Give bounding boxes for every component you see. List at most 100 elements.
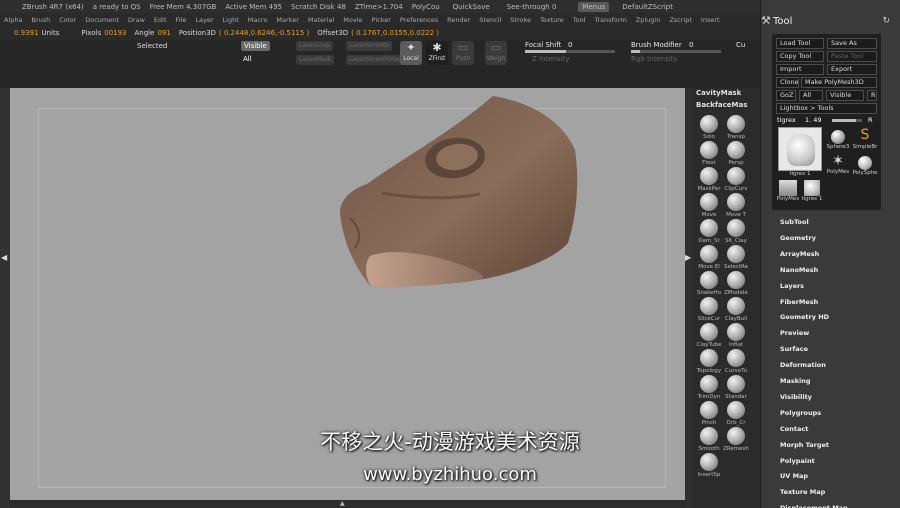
menu-movie[interactable]: Movie [343,16,362,24]
brush-maskper[interactable]: MaskPer [695,167,723,192]
brush-persp[interactable]: Persp [722,141,750,166]
menu-macro[interactable]: Macro [248,16,268,24]
subpalette-surface[interactable]: Surface [780,345,890,353]
bottom-tray[interactable]: ▲ [10,500,685,508]
brush-claytube[interactable]: ClayTube [695,323,723,348]
menu-tool[interactable]: Tool [573,16,586,24]
rgb-intensity-label[interactable]: Rgb Intensity [631,55,677,63]
tool-thumb-simplebrush[interactable]: S SimpleBr [852,127,878,150]
current-tool-slider[interactable] [832,119,862,122]
brush-move-el[interactable]: Move El [695,245,723,270]
brush-topology[interactable]: Topology [695,349,723,374]
subpalette-preview[interactable]: Preview [780,329,890,337]
subpalette-layers[interactable]: Layers [780,282,890,290]
menus-button[interactable]: Menus [578,1,610,12]
brush-selectre[interactable]: SelectRe [722,245,750,270]
refresh-icon[interactable]: ↻ [882,16,890,26]
subpalette-displacement-map[interactable]: Displacement Map [780,504,890,508]
default-script-button[interactable]: DefaultZScript [618,2,677,12]
visible-button[interactable]: Visible [241,41,270,51]
menu-texture[interactable]: Texture [540,16,564,24]
subpalette-texture-map[interactable]: Texture Map [780,488,890,496]
subpalette-masking[interactable]: Masking [780,377,890,385]
menu-alpha[interactable]: Alpha [4,16,22,24]
lasso-mask-button[interactable]: LassoMask [296,55,335,65]
goz-all-button[interactable]: All [799,90,823,101]
tool-thumb-polymesh-star[interactable]: ✶ PolyMes [826,154,850,176]
menu-preferences[interactable]: Preferences [400,16,438,24]
brush-orb-cr[interactable]: Orb_Cr [722,401,750,426]
subpalette-geometry[interactable]: Geometry [780,234,890,242]
cavity-mask-label[interactable]: CavityMask [696,89,741,97]
brush-zmodele[interactable]: ZModele [722,271,750,296]
menu-transform[interactable]: Transform [594,16,626,24]
subpalette-fibermesh[interactable]: FiberMesh [780,298,890,306]
tool-thumb-sphere3d[interactable]: Sphere3 [826,130,850,150]
lasso-loop-button[interactable]: LassoLoop [296,41,334,51]
lasso-smooth-mask-button[interactable]: LassoSmoothMask [346,55,408,65]
brush-sk-clay[interactable]: SK_Clay [722,219,750,244]
import-button[interactable]: Import [776,64,824,75]
goz-r-button[interactable]: R [867,90,877,101]
tool-palette-title[interactable]: Tool [773,16,792,27]
subpalette-subtool[interactable]: SubTool [780,218,890,226]
menu-stroke[interactable]: Stroke [510,16,531,24]
backface-mask-label[interactable]: BackfaceMas [696,101,747,109]
lasso-smooth-button[interactable]: LassoSmooth [346,41,393,51]
menu-insert[interactable]: Insert [701,16,720,24]
goz-button[interactable]: GoZ [776,90,796,101]
menu-render[interactable]: Render [447,16,470,24]
menu-light[interactable]: Light [223,16,239,24]
subpalette-polygroups[interactable]: Polygroups [780,409,890,417]
brush-transp[interactable]: Transp [722,115,750,140]
menu-color[interactable]: Color [59,16,76,24]
z-intensity-label[interactable]: Z Intensity [532,55,570,63]
brush-floor[interactable]: Floor [695,141,723,166]
menu-brush[interactable]: Brush [31,16,50,24]
menu-file[interactable]: File [176,16,187,24]
brush-move[interactable]: Move [695,193,723,218]
brush-standar[interactable]: Standar [722,375,750,400]
menu-picker[interactable]: Picker [372,16,391,24]
menu-edit[interactable]: Edit [154,16,167,24]
goz-visible-button[interactable]: Visible [826,90,864,101]
make-polymesh-button[interactable]: Make PolyMesh3D [801,77,877,88]
brush-clipcurv[interactable]: ClipCurv [722,167,750,192]
zfirst-button[interactable]: ✱ ZFirst [426,41,448,65]
weigh-button[interactable]: ▭ Weigh [485,41,507,65]
brush-inflat[interactable]: Inflat [722,323,750,348]
brush-trimdyn[interactable]: TrimDyn [695,375,723,400]
brush-pinch[interactable]: Pinch [695,401,723,426]
menu-draw[interactable]: Draw [128,16,145,24]
brush-dam-st[interactable]: Dam_St [695,219,723,244]
tool-thumb-polymesh[interactable]: PolyMes [776,180,800,202]
brush-solo[interactable]: Solo [695,115,723,140]
menu-zscript[interactable]: Zscript [669,16,692,24]
brush-curvetu[interactable]: CurveTu [722,349,750,374]
brush-claybuil[interactable]: ClayBuil [722,297,750,322]
lightbox-tools-button[interactable]: Lightbox > Tools [776,103,877,114]
load-tool-button[interactable]: Load Tool [776,38,824,49]
menu-stencil[interactable]: Stencil [479,16,501,24]
tool-thumb-tigrex[interactable]: tigrex 1 [777,127,823,177]
brush-modifier-slider[interactable] [631,50,721,53]
quicksave-button[interactable]: QuickSave [449,2,494,12]
local-button[interactable]: ✦ Local [400,41,422,65]
menu-document[interactable]: Document [85,16,119,24]
subpalette-nanomesh[interactable]: NanoMesh [780,266,890,274]
export-button[interactable]: Export [827,64,877,75]
push-button[interactable]: ▭ Push [452,41,474,65]
right-tray-arrow-icon[interactable]: ▶ [685,253,691,262]
bottom-tray-arrow-icon[interactable]: ▲ [340,500,345,507]
menu-zplugin[interactable]: Zplugin [636,16,661,24]
subpalette-visibility[interactable]: Visibility [780,393,890,401]
copy-tool-button[interactable]: Copy Tool [776,51,824,62]
menu-material[interactable]: Material [308,16,334,24]
all-button[interactable]: All [243,55,252,63]
save-as-button[interactable]: Save As [827,38,877,49]
see-through-slider[interactable]: See-through 0 [503,2,570,12]
tool-thumb-tigrex-small[interactable]: tigrex 1 [800,180,824,202]
subpalette-deformation[interactable]: Deformation [780,361,890,369]
subpalette-arraymesh[interactable]: ArrayMesh [780,250,890,258]
paste-tool-button[interactable]: Paste Tool [827,51,877,62]
